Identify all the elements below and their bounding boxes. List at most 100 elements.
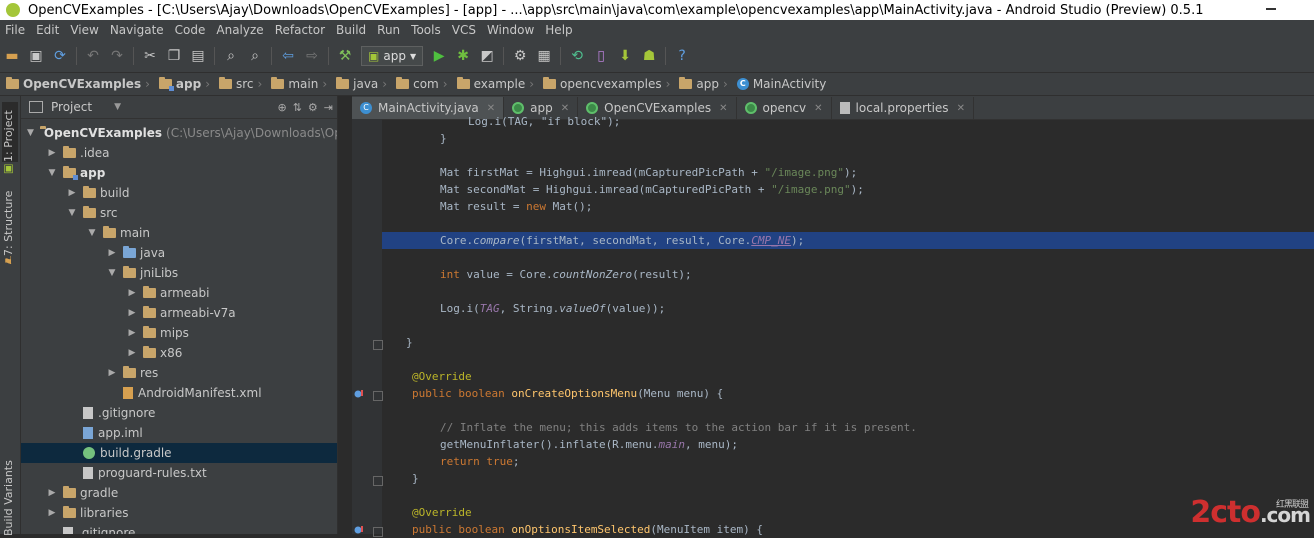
breadcrumb-item[interactable]: java › — [330, 77, 390, 91]
chevron-right-icon[interactable]: ▶ — [47, 488, 57, 498]
tree-item[interactable]: ▶ gradle — [21, 483, 337, 503]
menu-item-analyze[interactable]: Analyze — [211, 23, 269, 37]
settings-icon[interactable]: ▦ — [534, 46, 554, 66]
tree-item[interactable]: ▼ src — [21, 203, 337, 223]
breadcrumb-item[interactable]: src › — [213, 77, 265, 91]
collapse-icon[interactable]: ⇅ — [293, 101, 302, 114]
tree-item[interactable]: AndroidManifest.xml — [21, 383, 337, 403]
tree-item[interactable]: ▼ OpenCVExamples (C:\Users\Ajay\Downloads\… — [21, 123, 337, 143]
project-structure-icon[interactable]: ⚙ — [510, 46, 530, 66]
minimize-button[interactable] — [1266, 8, 1276, 10]
tree-item[interactable]: .gitignore — [21, 403, 337, 423]
close-icon[interactable]: ✕ — [814, 103, 822, 114]
menu-item-help[interactable]: Help — [540, 23, 578, 37]
tree-item[interactable]: ▶ libraries — [21, 503, 337, 523]
gradle-sync-icon[interactable]: ⟲ — [567, 46, 587, 66]
sdk-manager-icon[interactable]: ⬇ — [615, 46, 635, 66]
redo-icon[interactable]: ↷ — [107, 46, 127, 66]
tree-item[interactable]: ▶ build — [21, 183, 337, 203]
project-view-select[interactable]: Project — [51, 100, 92, 114]
replace-icon[interactable]: ⌕ — [245, 46, 265, 66]
attach-debugger-icon[interactable]: ◩ — [477, 46, 497, 66]
tree-item[interactable]: ▶ x86 — [21, 343, 337, 363]
tree-item[interactable]: ▶ armeabi — [21, 283, 337, 303]
chevron-right-icon[interactable]: ▶ — [127, 348, 137, 358]
help-icon[interactable]: ? — [672, 46, 692, 66]
menu-item-tools[interactable]: Tools — [406, 23, 447, 37]
chevron-down-icon[interactable]: ▼ — [27, 128, 34, 138]
override-icon[interactable] — [354, 388, 364, 398]
hide-icon[interactable]: ⇥ — [324, 101, 333, 114]
tab-structure[interactable]: 7: Structure — [2, 190, 18, 256]
find-icon[interactable]: ⌕ — [221, 46, 241, 66]
gear-icon[interactable]: ⚙ — [308, 101, 318, 114]
menu-item-window[interactable]: Window — [482, 23, 540, 37]
chevron-down-icon[interactable]: ▼ — [114, 102, 121, 112]
chevron-right-icon[interactable]: ▶ — [107, 368, 117, 378]
chevron-right-icon[interactable]: ▶ — [107, 248, 117, 258]
tree-item[interactable]: ▶ res — [21, 363, 337, 383]
tree-item[interactable]: ▼ app — [21, 163, 337, 183]
open-folder-icon[interactable]: ▬ — [2, 46, 22, 66]
breadcrumb-item[interactable]: main › — [265, 77, 330, 91]
menu-item-build[interactable]: Build — [331, 23, 372, 37]
tree-item[interactable]: ▼ main — [21, 223, 337, 243]
chevron-right-icon[interactable]: ▶ — [127, 328, 137, 338]
sync-icon[interactable]: ⟳ — [50, 46, 70, 66]
tab-build-variants[interactable]: Build Variants — [2, 456, 18, 536]
android-monitor-icon[interactable]: ☗ — [639, 46, 659, 66]
tree-item[interactable]: ▶ java — [21, 243, 337, 263]
save-all-icon[interactable]: ▣ — [26, 46, 46, 66]
undo-icon[interactable]: ↶ — [83, 46, 103, 66]
breadcrumb-item[interactable]: app › — [673, 77, 730, 91]
target-icon[interactable]: ⊕ — [277, 101, 286, 114]
copy-icon[interactable]: ❐ — [164, 46, 184, 66]
make-project-icon[interactable]: ⚒ — [335, 46, 355, 66]
close-icon[interactable]: ✕ — [487, 103, 495, 114]
breadcrumb-item[interactable]: example › — [451, 77, 537, 91]
menu-item-vcs[interactable]: VCS — [447, 23, 482, 37]
chevron-down-icon[interactable]: ▼ — [67, 208, 77, 218]
breadcrumb-item[interactable]: app › — [153, 77, 213, 91]
tree-item[interactable]: app.iml — [21, 423, 337, 443]
code-area[interactable]: Log.i(TAG, "if block"); } Mat firstMat =… — [382, 115, 1314, 536]
menu-item-edit[interactable]: Edit — [31, 23, 65, 37]
menu-item-run[interactable]: Run — [372, 23, 406, 37]
run-icon[interactable]: ▶ — [429, 46, 449, 66]
chevron-right-icon[interactable]: ▶ — [47, 508, 57, 518]
paste-icon[interactable]: ▤ — [188, 46, 208, 66]
chevron-right-icon[interactable]: ▶ — [67, 188, 77, 198]
menu-item-view[interactable]: View — [65, 23, 104, 37]
chevron-right-icon[interactable]: ▶ — [127, 308, 137, 318]
chevron-down-icon[interactable]: ▼ — [87, 228, 97, 238]
menu-item-refactor[interactable]: Refactor — [270, 23, 331, 37]
chevron-down-icon[interactable]: ▼ — [107, 268, 117, 278]
tree-item[interactable]: build.gradle — [21, 443, 337, 463]
cut-icon[interactable]: ✂ — [140, 46, 160, 66]
override-icon[interactable] — [354, 524, 364, 534]
tree-item[interactable]: proguard-rules.txt — [21, 463, 337, 483]
chevron-right-icon[interactable]: ▶ — [127, 288, 137, 298]
breadcrumb-item[interactable]: C MainActivity — [731, 77, 830, 91]
chevron-down-icon[interactable]: ▼ — [47, 168, 57, 178]
close-icon[interactable]: ✕ — [719, 103, 727, 114]
tree-item[interactable]: ▶ .idea — [21, 143, 337, 163]
menu-item-navigate[interactable]: Navigate — [105, 23, 170, 37]
breadcrumb-item[interactable]: com › — [390, 77, 450, 91]
debug-icon[interactable]: ✱ — [453, 46, 473, 66]
run-configuration-select[interactable]: ▣ app ▼ — [361, 46, 424, 66]
chevron-right-icon[interactable]: ▶ — [47, 148, 57, 158]
menu-item-file[interactable]: File — [0, 23, 31, 37]
tab-project[interactable]: 1: Project — [2, 102, 18, 162]
avd-manager-icon[interactable]: ▯ — [591, 46, 611, 66]
forward-icon[interactable]: ⇨ — [302, 46, 322, 66]
menu-item-code[interactable]: Code — [170, 23, 212, 37]
breadcrumb-item[interactable]: opencvexamples › — [537, 77, 673, 91]
tree-item[interactable]: ▼ jniLibs — [21, 263, 337, 283]
close-icon[interactable]: ✕ — [561, 103, 569, 114]
back-icon[interactable]: ⇦ — [278, 46, 298, 66]
tree-item[interactable]: .gitignore — [21, 523, 337, 534]
tree-item[interactable]: ▶ mips — [21, 323, 337, 343]
close-icon[interactable]: ✕ — [957, 103, 965, 114]
tree-item[interactable]: ▶ armeabi-v7a — [21, 303, 337, 323]
